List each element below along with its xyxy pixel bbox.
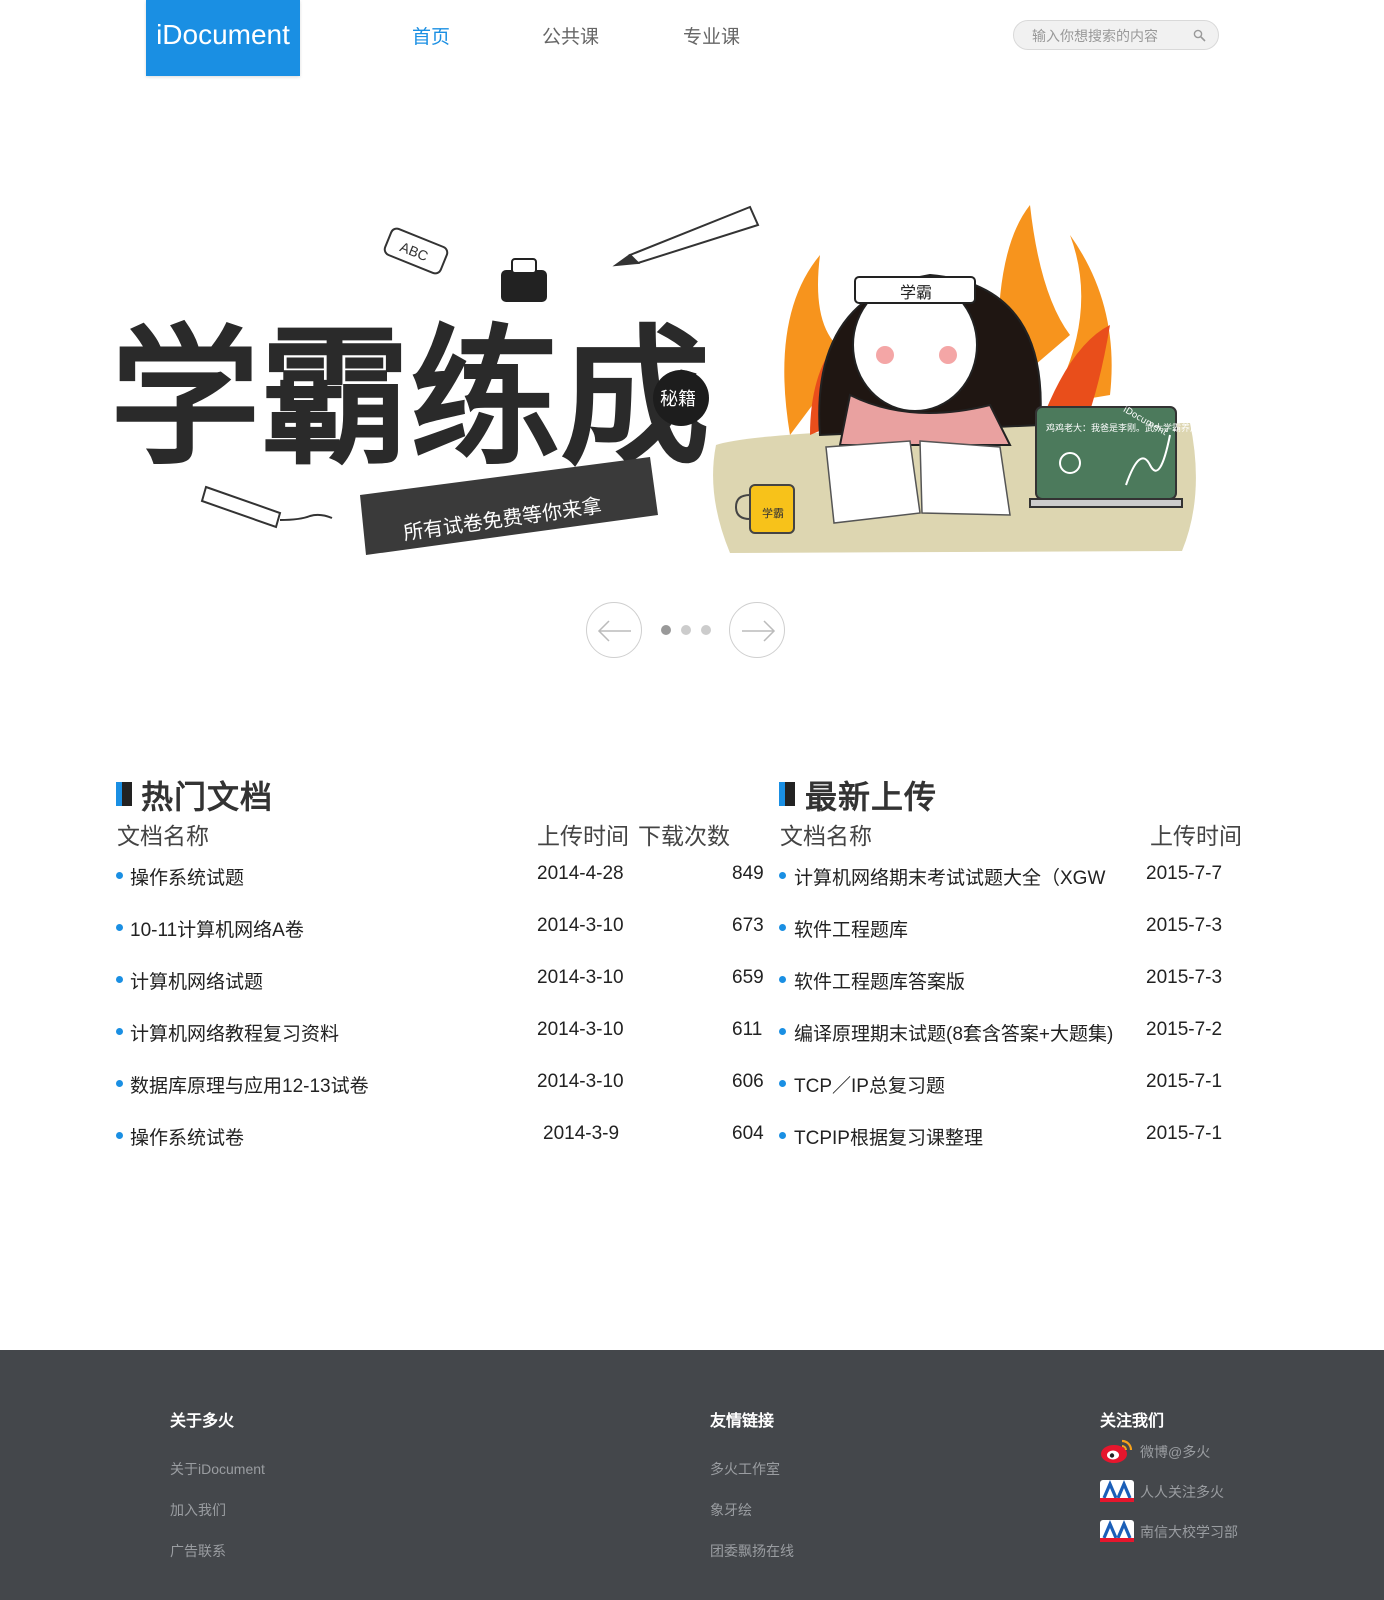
- footer-friends-title: 友情链接: [710, 1413, 775, 1430]
- search-box: [1013, 20, 1219, 50]
- list-bullet: [779, 1132, 786, 1139]
- hot-doc-count: 659: [732, 967, 764, 988]
- hot-doc-date: 2014-3-10: [537, 1071, 624, 1092]
- hot-col-count: 下载次数: [638, 823, 730, 849]
- footer-link-xiangyahui[interactable]: 象牙绘: [710, 1500, 752, 1520]
- list-bullet: [116, 1028, 123, 1035]
- hot-section-title: 热门文档: [141, 779, 274, 815]
- banner-illustration: ABC 学霸练成 秘籍 所有试卷免费等你来拿 学霸 学霸 鸡鸡老大：我爸是李刚。…: [110, 205, 1208, 555]
- footer-link-study-dept[interactable]: 南信大校学习部: [1140, 1522, 1238, 1542]
- latest-section-title: 最新上传: [805, 779, 938, 815]
- footer-follow-title: 关注我们: [1100, 1413, 1165, 1430]
- search-input[interactable]: [1032, 26, 1192, 46]
- latest-doc-date: 2015-7-3: [1146, 967, 1223, 988]
- latest-doc-date: 2015-7-3: [1146, 915, 1223, 936]
- arrow-left-icon: [597, 620, 631, 642]
- latest-doc-link[interactable]: TCP／IP总复习题: [794, 1071, 945, 1098]
- latest-doc-link[interactable]: 计算机网络期末考试试题大全（XGW: [794, 863, 1105, 890]
- arrow-right-icon: [742, 620, 776, 642]
- hot-doc-link[interactable]: 计算机网络试题: [130, 967, 263, 994]
- crayon-doodle-icon: [200, 485, 333, 529]
- hot-doc-link[interactable]: 操作系统试卷: [130, 1123, 244, 1150]
- footer-link-renren[interactable]: 人人关注多火: [1140, 1482, 1224, 1502]
- list-bullet: [116, 1132, 123, 1139]
- ink-bottle-icon: [501, 258, 547, 302]
- list-bullet: [779, 1080, 786, 1087]
- footer-link-weibo[interactable]: 微博@多火: [1140, 1442, 1210, 1462]
- list-bullet: [116, 872, 123, 879]
- nav-public-courses[interactable]: 公共课: [542, 22, 599, 49]
- latest-doc-link[interactable]: 软件工程题库: [794, 915, 908, 942]
- list-bullet: [779, 872, 786, 879]
- headband-text: 学霸: [900, 283, 932, 302]
- nav-home[interactable]: 首页: [412, 22, 450, 49]
- next-slide-button[interactable]: [729, 602, 785, 658]
- slide-dot-1[interactable]: [661, 625, 671, 635]
- search-icon[interactable]: [1193, 29, 1206, 42]
- hot-doc-count: 611: [732, 1019, 763, 1040]
- seal-text: 秘籍: [660, 389, 696, 410]
- latest-doc-link[interactable]: TCPIP根据复习课整理: [794, 1123, 983, 1150]
- hot-doc-count: 673: [732, 915, 764, 936]
- hot-doc-date: 2014-4-28: [537, 863, 624, 884]
- hot-doc-link[interactable]: 数据库原理与应用12-13试卷: [130, 1071, 369, 1098]
- hot-doc-link[interactable]: 计算机网络教程复习资料: [130, 1019, 339, 1046]
- latest-doc-date: 2015-7-7: [1146, 863, 1223, 884]
- hot-col-name: 文档名称: [117, 823, 209, 849]
- hot-doc-link[interactable]: 操作系统试题: [130, 863, 244, 890]
- latest-doc-date: 2015-7-1: [1146, 1071, 1223, 1092]
- hot-doc-count: 849: [732, 863, 764, 884]
- board-text: 鸡鸡老大：我爸是李刚。武大学霸养成。: [1046, 422, 1208, 434]
- latest-col-time: 上传时间: [1150, 823, 1242, 849]
- footer-link-studio[interactable]: 多火工作室: [710, 1459, 780, 1479]
- footer-link-ads[interactable]: 广告联系: [170, 1541, 226, 1561]
- latest-col-name: 文档名称: [780, 823, 872, 849]
- hot-doc-date: 2014-3-10: [537, 1019, 624, 1040]
- hot-title-marker: [116, 782, 132, 806]
- latest-doc-link[interactable]: 软件工程题库答案版: [794, 967, 965, 994]
- site-logo[interactable]: iDocument: [146, 0, 300, 76]
- top-header: iDocument 首页 公共课 专业课: [0, 0, 1384, 90]
- weibo-icon[interactable]: [1100, 1438, 1134, 1464]
- site-footer: 关于多火 关于iDocument 加入我们 广告联系 友情链接 多火工作室 象牙…: [0, 1350, 1384, 1600]
- footer-link-join[interactable]: 加入我们: [170, 1500, 226, 1520]
- renren-icon[interactable]: [1100, 1478, 1134, 1504]
- footer-link-tuanwei[interactable]: 团委飘扬在线: [710, 1541, 794, 1561]
- list-bullet: [779, 976, 786, 983]
- list-bullet: [116, 976, 123, 983]
- list-bullet: [779, 924, 786, 931]
- hot-doc-date: 2014-3-10: [537, 915, 624, 936]
- hot-doc-date: 2014-3-9: [543, 1123, 620, 1144]
- mug-text: 学霸: [762, 506, 784, 520]
- hot-col-time: 上传时间: [537, 823, 629, 849]
- hot-doc-count: 606: [732, 1071, 764, 1092]
- hot-doc-date: 2014-3-10: [537, 967, 624, 988]
- slide-dot-2[interactable]: [681, 625, 691, 635]
- footer-about-title: 关于多火: [170, 1413, 235, 1430]
- latest-doc-link[interactable]: 编译原理期末试题(8套含答案+大题集): [794, 1019, 1113, 1046]
- slide-dot-3[interactable]: [701, 625, 711, 635]
- latest-doc-date: 2015-7-1: [1146, 1123, 1223, 1144]
- nav-major-courses[interactable]: 专业课: [683, 22, 740, 49]
- hot-doc-link[interactable]: 10-11计算机网络A卷: [130, 915, 304, 942]
- eraser-doodle-icon: ABC: [383, 227, 449, 275]
- latest-title-marker: [779, 782, 795, 806]
- banner-headline: 学霸练成: [110, 310, 710, 486]
- list-bullet: [779, 1028, 786, 1035]
- renren-icon[interactable]: [1100, 1518, 1134, 1544]
- list-bullet: [116, 924, 123, 931]
- latest-doc-date: 2015-7-2: [1146, 1019, 1223, 1040]
- hot-doc-count: 604: [732, 1123, 764, 1144]
- list-bullet: [116, 1080, 123, 1087]
- prev-slide-button[interactable]: [586, 602, 642, 658]
- footer-link-about[interactable]: 关于iDocument: [170, 1459, 265, 1479]
- hero-banner[interactable]: ABC 学霸练成 秘籍 所有试卷免费等你来拿 学霸 学霸 鸡鸡老大：我爸是李刚。…: [110, 195, 1220, 575]
- pen-doodle-icon: [612, 205, 760, 267]
